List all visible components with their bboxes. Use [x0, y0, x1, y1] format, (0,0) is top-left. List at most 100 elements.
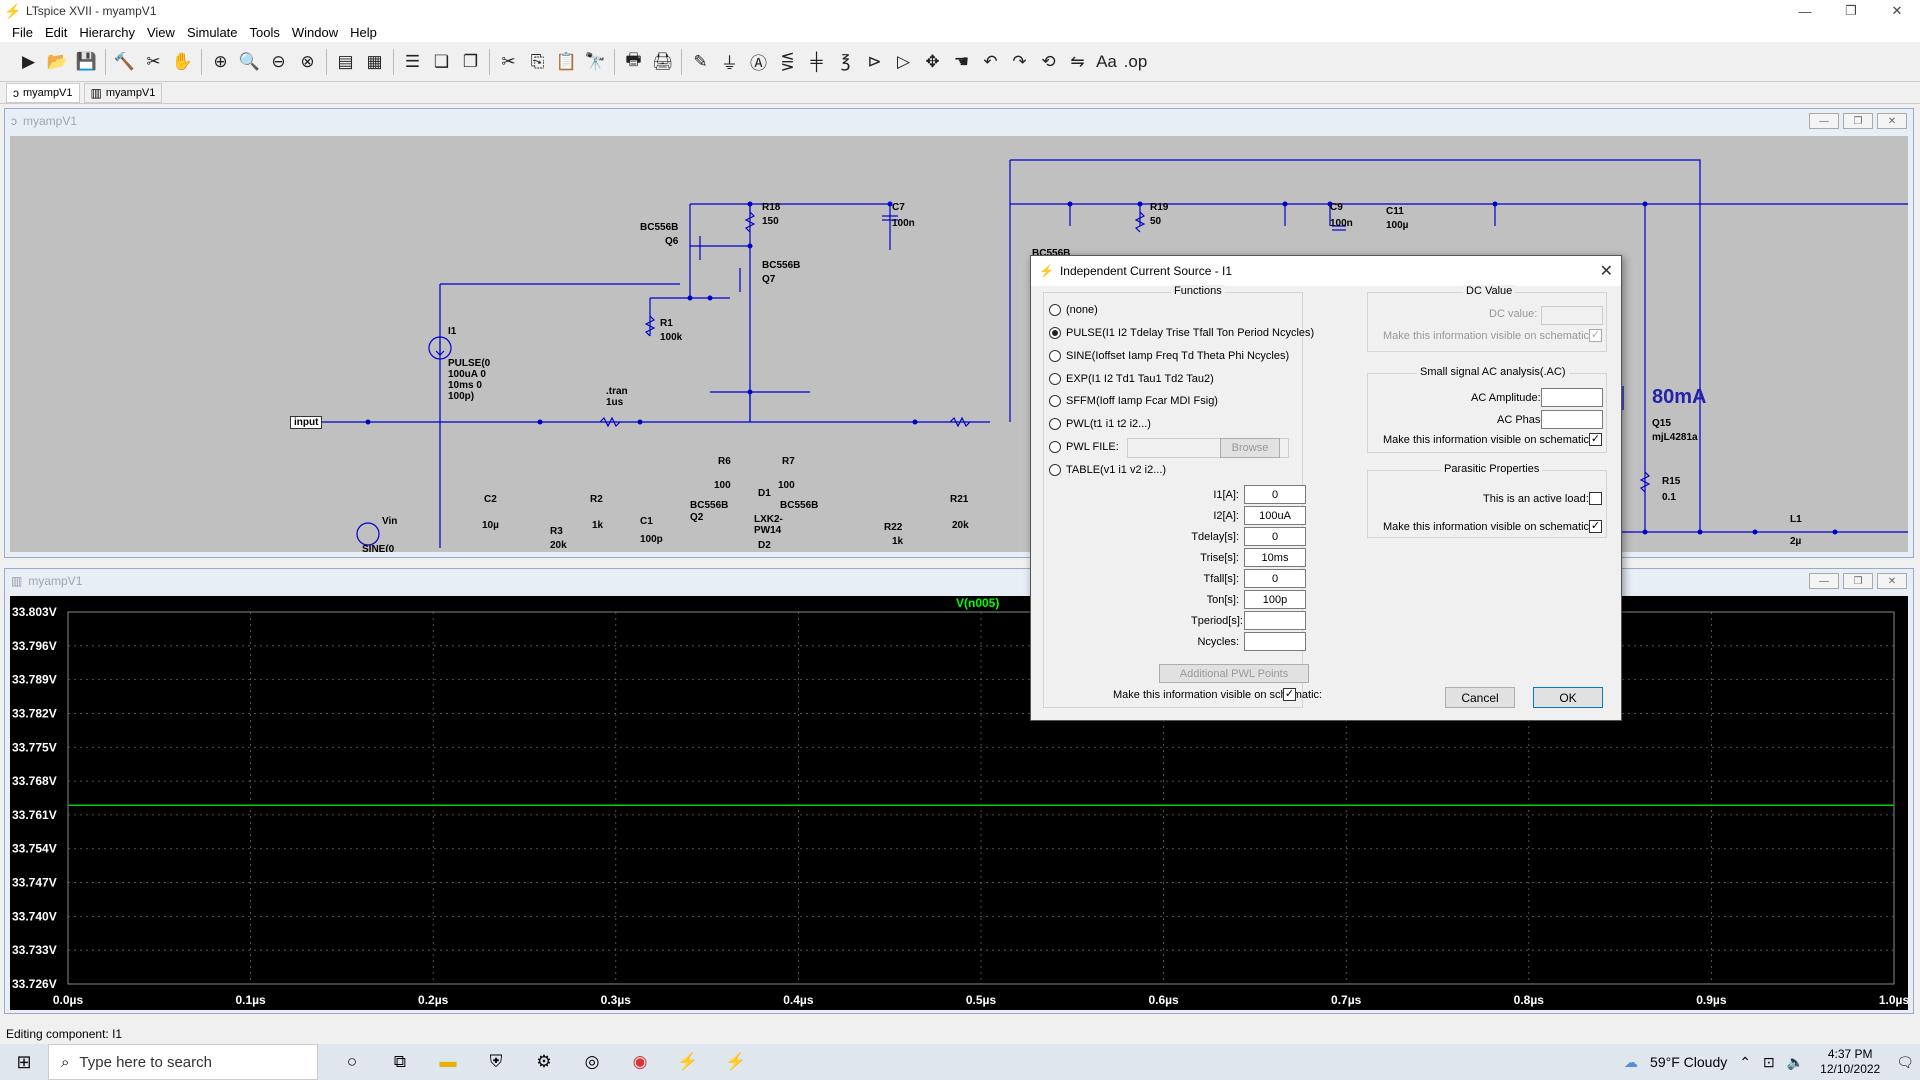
waveform-minimize-button[interactable]: — — [1809, 573, 1839, 589]
i1-pulse-value[interactable]: PULSE(0 100uA 0 10ms 0 100p) — [448, 358, 490, 402]
undo-icon[interactable]: ↶ — [976, 47, 1005, 77]
start-button[interactable]: ⊞ — [0, 1044, 48, 1080]
rotate-icon[interactable]: ⟲ — [1034, 47, 1063, 77]
paste-icon[interactable]: 📋 — [552, 47, 581, 77]
waveform-plot[interactable]: 33.803V 33.796V 33.789V 33.782V 33.775V 33.76… — [10, 596, 1908, 1010]
run-icon[interactable]: ▶ — [14, 47, 43, 77]
active-load-checkbox[interactable] — [1589, 492, 1602, 505]
drag-icon[interactable]: ☚ — [947, 47, 976, 77]
restore-button[interactable]: ❐ — [1828, 0, 1874, 22]
file-explorer-icon[interactable]: ▬ — [424, 1044, 472, 1080]
notification-icon[interactable]: 🗨 — [1896, 1054, 1914, 1071]
waveform-close-button[interactable]: ✕ — [1877, 573, 1907, 589]
menu-tools[interactable]: Tools — [244, 25, 286, 40]
menu-view[interactable]: View — [141, 25, 181, 40]
ac-phase-input[interactable] — [1541, 410, 1603, 429]
clock[interactable]: 4:37 PM 12/10/2022 — [1820, 1047, 1880, 1077]
tab-waveform[interactable]: ▥ myampV1 — [83, 82, 163, 103]
zoom-out-icon[interactable]: ⊖ — [264, 47, 293, 77]
param-tdelay-input[interactable] — [1244, 527, 1306, 546]
schematic-close-button[interactable]: ✕ — [1877, 113, 1907, 129]
dialog-close-button[interactable]: ✕ — [1600, 261, 1613, 281]
ltspice-waveform-taskbar-icon[interactable]: ⚡ — [712, 1044, 760, 1080]
cascade-icon[interactable]: ❏ — [427, 47, 456, 77]
zoom-in-icon[interactable]: ⊕ — [206, 47, 235, 77]
menu-help[interactable]: Help — [344, 25, 383, 40]
ground-icon[interactable]: ⏚ — [715, 47, 744, 77]
zoom-fit-icon[interactable]: ⊗ — [293, 47, 322, 77]
radio-circle[interactable] — [1049, 395, 1061, 407]
halt-icon[interactable]: ✂ — [139, 47, 168, 77]
resistor-icon[interactable]: ⋚ — [773, 47, 802, 77]
inductor-icon[interactable]: ℥ — [831, 47, 860, 77]
volume-icon[interactable]: 🔈 — [1787, 1054, 1804, 1071]
spice-directive-icon[interactable]: .op — [1121, 47, 1150, 77]
app-disc-icon[interactable]: ◎ — [568, 1044, 616, 1080]
radio-circle[interactable] — [1049, 464, 1061, 476]
weather-text[interactable]: 59°F Cloudy — [1650, 1054, 1727, 1070]
autorange-icon[interactable]: ▤ — [331, 47, 360, 77]
schematic-minimize-button[interactable]: — — [1809, 113, 1839, 129]
tile-horizontal-icon[interactable]: ☰ — [398, 47, 427, 77]
dc-visible-checkbox[interactable]: ✓ — [1589, 329, 1602, 342]
param-i2-input[interactable] — [1244, 506, 1306, 525]
radio-sine[interactable]: SINE(Ioffset Iamp Freq Td Theta Phi Ncyc… — [1049, 350, 1289, 362]
minimize-button[interactable]: — — [1782, 0, 1828, 22]
redo-icon[interactable]: ↷ — [1005, 47, 1034, 77]
wire-icon[interactable]: ✎ — [686, 47, 715, 77]
radio-pulse[interactable]: PULSE(I1 I2 Tdelay Trise Tfall Ton Perio… — [1049, 327, 1314, 339]
radio-none[interactable]: (none) — [1049, 304, 1098, 316]
param-ton-input[interactable] — [1244, 590, 1306, 609]
additional-pwl-points-button[interactable]: Additional PWL Points — [1159, 664, 1309, 683]
radio-table[interactable]: TABLE(v1 i1 v2 i2...) — [1049, 464, 1166, 476]
param-trise-input[interactable] — [1244, 548, 1306, 567]
schematic-canvas[interactable]: BC556B Q6 R18 150 C7 100n BC556B Q7 R1 1… — [10, 136, 1908, 552]
tile-vertical-icon[interactable]: ❐ — [456, 47, 485, 77]
move-icon[interactable]: ✥ — [918, 47, 947, 77]
text-icon[interactable]: Aa — [1092, 47, 1121, 77]
functions-visible-checkbox[interactable]: ✓ — [1283, 688, 1296, 701]
network-icon[interactable]: ⊡ — [1763, 1054, 1775, 1071]
dc-value-input[interactable] — [1541, 306, 1603, 325]
taskbar-search[interactable]: ⌕ Type here to search — [48, 1044, 318, 1080]
browse-button[interactable]: Browse — [1220, 438, 1280, 458]
parasitic-visible-checkbox[interactable]: ✓ — [1589, 520, 1602, 533]
radio-exp[interactable]: EXP(I1 I2 Td1 Tau1 Td2 Tau2) — [1049, 373, 1214, 385]
radio-circle[interactable] — [1049, 441, 1061, 453]
mirror-icon[interactable]: ⇋ — [1063, 47, 1092, 77]
save-icon[interactable]: 💾 — [72, 47, 101, 77]
tran-directive[interactable]: .tran 1us — [606, 386, 628, 408]
ac-visible-checkbox[interactable]: ✓ — [1589, 433, 1602, 446]
menu-hierarchy[interactable]: Hierarchy — [73, 25, 141, 40]
menu-edit[interactable]: Edit — [39, 25, 73, 40]
label-net-icon[interactable]: Ⓐ — [744, 47, 773, 77]
menu-file[interactable]: File — [6, 25, 39, 40]
settings-icon[interactable]: ⚙ — [520, 1044, 568, 1080]
param-tfall-input[interactable] — [1244, 569, 1306, 588]
close-button[interactable]: ✕ — [1874, 0, 1920, 22]
find-icon[interactable]: 🔭 — [581, 47, 610, 77]
radio-circle[interactable] — [1049, 418, 1061, 430]
shield-app-icon[interactable]: ⛨ — [472, 1044, 520, 1080]
trace-label[interactable]: V(n005) — [956, 596, 999, 610]
copy-icon[interactable]: ⎘ — [523, 47, 552, 77]
radio-circle[interactable] — [1049, 304, 1061, 316]
task-view-icon[interactable]: ⧉ — [376, 1044, 424, 1080]
radio-pwl[interactable]: PWL(t1 i1 t2 i2...) — [1049, 418, 1151, 430]
waveform-maximize-button[interactable]: ❐ — [1843, 573, 1873, 589]
menu-window[interactable]: Window — [286, 25, 344, 40]
chevron-up-icon[interactable]: ⌃ — [1739, 1054, 1751, 1071]
pan-icon[interactable]: ✋ — [168, 47, 197, 77]
chrome-icon[interactable]: ◉ — [616, 1044, 664, 1080]
ac-amplitude-input[interactable] — [1541, 388, 1603, 407]
grid-icon[interactable]: ▦ — [360, 47, 389, 77]
weather-icon[interactable]: ☁ — [1624, 1054, 1638, 1071]
zoom-pan-icon[interactable]: 🔍 — [235, 47, 264, 77]
print-setup-icon[interactable]: 🖨 — [648, 47, 677, 77]
radio-circle[interactable] — [1049, 327, 1061, 339]
schematic-maximize-button[interactable]: ❐ — [1843, 113, 1873, 129]
param-tperiod-input[interactable] — [1244, 611, 1306, 630]
print-icon[interactable]: 🖶 — [619, 47, 648, 77]
param-ncycles-input[interactable] — [1244, 632, 1306, 651]
radio-sffm[interactable]: SFFM(Ioff Iamp Fcar MDI Fsig) — [1049, 395, 1218, 407]
